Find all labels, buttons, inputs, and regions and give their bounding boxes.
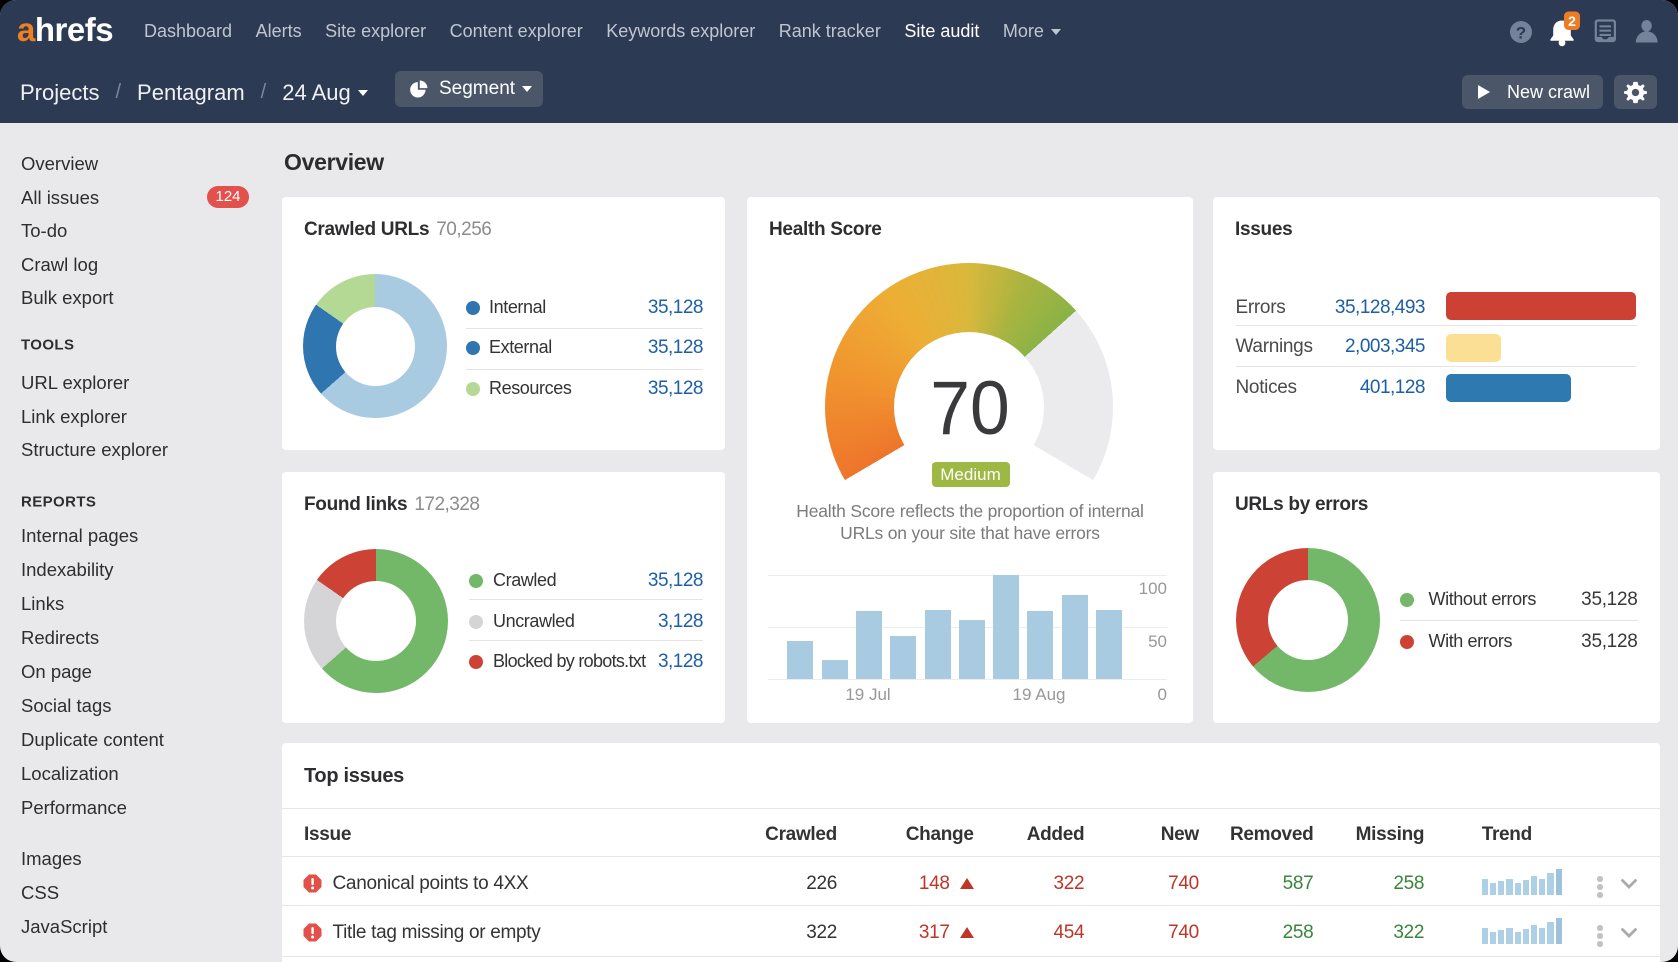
svg-text:?: ? bbox=[1516, 24, 1526, 43]
svg-text:2: 2 bbox=[1568, 13, 1576, 29]
